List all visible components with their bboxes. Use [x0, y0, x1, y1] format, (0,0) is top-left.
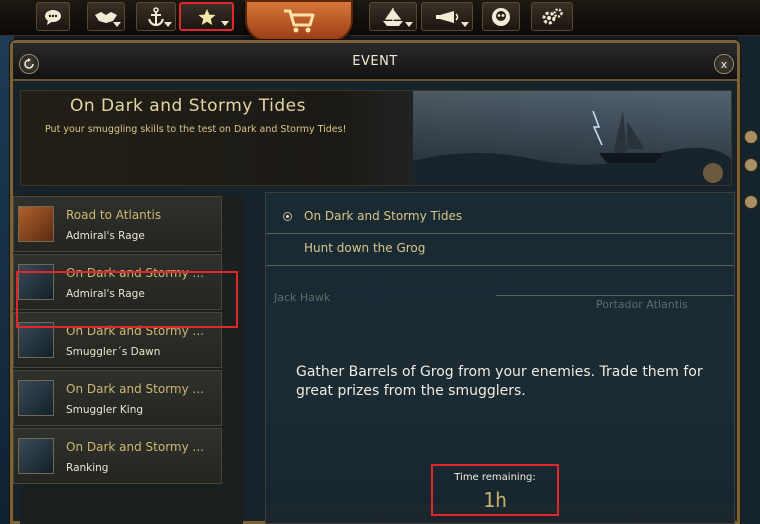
- ship-icon: [383, 7, 403, 26]
- chat-bubble-icon: [45, 9, 61, 25]
- event-item-title: On Dark and Stormy ...: [66, 382, 204, 396]
- settings-button[interactable]: [531, 2, 573, 31]
- gear-icon: [542, 7, 563, 24]
- star-icon: [198, 8, 215, 25]
- event-item-subtitle: Admiral's Rage: [66, 230, 145, 242]
- background-ship-label: Portador Atlantis: [596, 298, 688, 311]
- shop-button[interactable]: [245, 0, 353, 42]
- event-item-subtitle: Smuggler´s Dawn: [66, 346, 161, 358]
- event-description: Gather Barrels of Grog from your enemies…: [296, 364, 703, 399]
- horn-icon: [436, 10, 459, 23]
- event-thumbnail-icon: [18, 438, 54, 474]
- chevron-down-icon: [461, 22, 469, 27]
- event-thumbnail-icon: [18, 206, 54, 242]
- anchor-button[interactable]: [136, 2, 176, 31]
- top-toolbar: [0, 0, 760, 42]
- skull-icon: [492, 7, 510, 26]
- horn-button[interactable]: [421, 2, 473, 31]
- chevron-down-icon: [113, 22, 121, 27]
- time-remaining-box: Time remaining: 1h: [431, 464, 559, 516]
- anchor-icon: [148, 6, 164, 26]
- event-item-subtitle: Ranking: [66, 462, 109, 474]
- event-subtitle: Put your smuggling skills to the test on…: [45, 124, 347, 135]
- side-pin-icon[interactable]: [744, 130, 758, 144]
- divider: [266, 265, 734, 266]
- fleet-button[interactable]: [369, 2, 417, 31]
- refresh-button[interactable]: [19, 54, 39, 74]
- close-icon: x: [720, 57, 728, 71]
- close-button[interactable]: x: [714, 54, 734, 74]
- selection-highlight: [16, 271, 238, 328]
- side-pin-icon[interactable]: [744, 195, 758, 209]
- event-list-item[interactable]: Road to Atlantis Admiral's Rage: [13, 196, 222, 252]
- event-title: On Dark and Stormy Tides: [70, 96, 306, 116]
- background-ship-label: Jack Hawk: [274, 291, 331, 304]
- time-remaining-value: 1h: [482, 488, 508, 512]
- side-pin-icon[interactable]: [744, 158, 758, 172]
- event-item-title: On Dark and Stormy ...: [66, 440, 204, 454]
- chat-button[interactable]: [36, 2, 70, 31]
- background-right: [738, 36, 760, 524]
- event-item-title: Road to Atlantis: [66, 208, 162, 222]
- divider: [266, 233, 734, 234]
- task-label[interactable]: Hunt down the Grog: [304, 241, 425, 255]
- selected-event-label[interactable]: On Dark and Stormy Tides: [304, 209, 462, 223]
- event-banner: On Dark and Stormy Tides Put your smuggl…: [20, 90, 732, 186]
- refresh-icon: [24, 58, 34, 69]
- selected-radio[interactable]: [283, 212, 292, 221]
- window-title: EVENT: [352, 53, 398, 69]
- time-remaining-label: Time remaining:: [454, 472, 536, 483]
- event-item-subtitle: Smuggler King: [66, 404, 144, 416]
- event-list-item[interactable]: On Dark and Stormy ... Smuggler King: [13, 370, 222, 426]
- storm-ship-illustration: [413, 91, 731, 185]
- divider: [496, 295, 734, 296]
- skull-button[interactable]: [482, 2, 520, 31]
- chevron-down-icon: [405, 22, 413, 27]
- trade-button[interactable]: [87, 2, 125, 31]
- event-list-item[interactable]: On Dark and Stormy ... Ranking: [13, 428, 222, 484]
- shopping-cart-icon: [284, 9, 315, 33]
- event-thumbnail-icon: [18, 380, 54, 416]
- chevron-down-icon: [221, 21, 229, 26]
- window-titlebar: EVENT x: [13, 43, 737, 81]
- chevron-down-icon: [164, 22, 172, 27]
- favorites-button[interactable]: [179, 2, 234, 31]
